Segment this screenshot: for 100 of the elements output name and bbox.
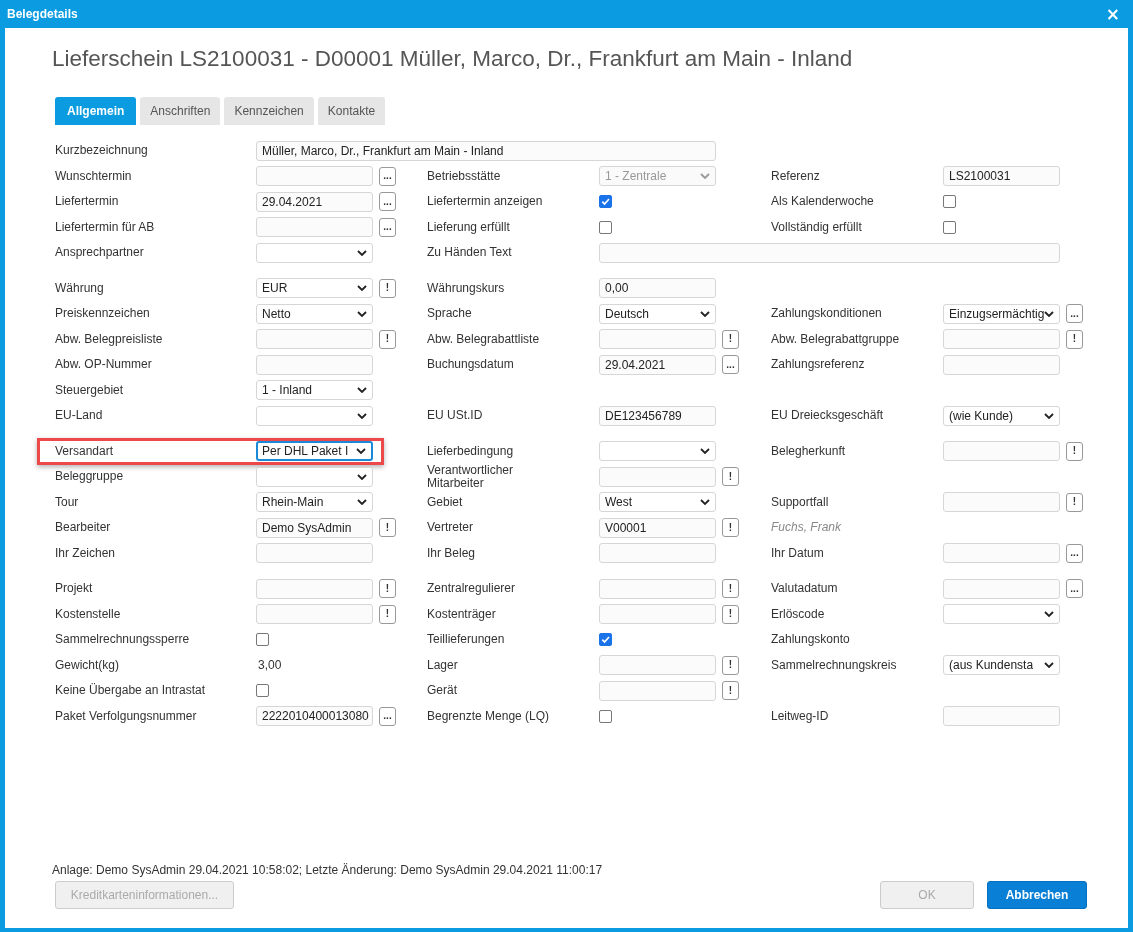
tab[interactable]: Anschriften (140, 97, 221, 125)
dialog-button[interactable]: Abbrechen (987, 881, 1087, 909)
tab[interactable]: Kontakte (317, 97, 386, 125)
field-label: Beleggruppe (55, 470, 125, 484)
dropdown[interactable]: Einzugsermächtig (943, 303, 1060, 324)
input-field[interactable]: Demo SysAdmin (256, 517, 373, 538)
checkbox[interactable] (256, 684, 269, 698)
dropdown[interactable] (256, 405, 373, 426)
dropdown[interactable]: (aus Kundensta (943, 655, 1060, 676)
input-field[interactable]: 2222010400013080 (256, 706, 373, 727)
field-label: Tour (55, 495, 80, 509)
input-field[interactable] (599, 329, 716, 350)
info-button[interactable]: ! (722, 579, 739, 599)
field-label: Währung (55, 281, 105, 295)
field-label: Kurzbezeichnung (55, 144, 149, 158)
dropdown[interactable]: 1 - Inland (256, 380, 373, 401)
input-field[interactable] (599, 242, 1060, 263)
info-button[interactable]: ! (1066, 492, 1083, 512)
info-button[interactable]: ! (722, 467, 739, 487)
info-button[interactable]: ! (379, 329, 396, 349)
input-field[interactable] (599, 578, 716, 599)
dropdown[interactable] (256, 242, 373, 263)
info-button[interactable]: ! (722, 518, 739, 538)
info-button[interactable]: ! (1066, 329, 1083, 349)
dropdown[interactable]: Per DHL Paket I (256, 441, 373, 462)
input-field[interactable] (599, 655, 716, 676)
more-button[interactable]: ... (379, 166, 396, 186)
checkbox[interactable] (256, 633, 269, 647)
checkbox[interactable] (599, 633, 612, 647)
input-field[interactable] (256, 329, 373, 350)
more-button[interactable]: ... (379, 192, 396, 212)
info-button[interactable]: ! (379, 518, 396, 538)
input-field[interactable] (943, 354, 1060, 375)
input-field[interactable] (256, 166, 373, 187)
field-label: Zahlungsreferenz (771, 358, 866, 372)
field-label: Kostenträger (427, 607, 497, 621)
input-field[interactable]: 0,00 (599, 278, 716, 299)
page-heading: Lieferschein LS2100031 - D00001 Müller, Marco, Dr., Frankfurt am Main - Inland (52, 46, 854, 73)
dropdown[interactable]: West (599, 492, 716, 513)
checkbox[interactable] (599, 195, 612, 209)
input-field[interactable] (599, 680, 716, 701)
more-button[interactable]: ... (1066, 304, 1083, 324)
dropdown[interactable] (943, 604, 1060, 625)
info-button[interactable]: ! (379, 278, 396, 298)
field-label: Wunschtermin (55, 169, 133, 183)
field-label: Ihr Zeichen (55, 546, 117, 560)
tab[interactable]: Kennzeichen (224, 97, 314, 125)
field-label: EU-Land (55, 409, 104, 423)
dropdown[interactable] (256, 466, 373, 487)
input-field[interactable]: V00001 (599, 517, 716, 538)
input-field[interactable] (599, 543, 716, 564)
chevron-down-icon (357, 412, 367, 419)
input-field[interactable] (943, 578, 1060, 599)
info-button[interactable]: ! (379, 604, 396, 624)
input-field[interactable] (943, 543, 1060, 564)
info-button[interactable]: ! (379, 579, 396, 599)
more-button[interactable]: ... (1066, 543, 1083, 563)
dropdown[interactable]: (wie Kunde) (943, 405, 1060, 426)
info-button[interactable]: ! (722, 329, 739, 349)
note-text: Fuchs, Frank (771, 521, 843, 535)
input-field[interactable]: 29.04.2021 (256, 191, 373, 212)
input-field[interactable]: Müller, Marco, Dr., Frankfurt am Main - Inland (256, 140, 716, 161)
input-field[interactable] (599, 604, 716, 625)
more-button[interactable]: ... (379, 217, 396, 237)
input-field[interactable] (256, 578, 373, 599)
field-label: Kostenstelle (55, 607, 122, 621)
more-button[interactable]: ... (1066, 579, 1083, 599)
dropdown[interactable]: Netto (256, 303, 373, 324)
input-field[interactable] (943, 329, 1060, 350)
input-field[interactable]: DE123456789 (599, 405, 716, 426)
info-button[interactable]: ! (722, 681, 739, 701)
dropdown[interactable]: Deutsch (599, 303, 716, 324)
input-field[interactable] (256, 604, 373, 625)
info-button[interactable]: ! (722, 655, 739, 675)
input-field[interactable] (599, 466, 716, 487)
field-label: Keine Übergabe an Intrastat (55, 684, 207, 698)
field-label: Lieferbedingung (427, 444, 515, 458)
input-field[interactable] (256, 354, 373, 375)
dropdown[interactable] (599, 441, 716, 462)
dropdown[interactable]: EUR (256, 278, 373, 299)
checkbox[interactable] (599, 220, 612, 234)
dropdown[interactable]: Rhein-Main (256, 492, 373, 513)
input-field[interactable]: LS2100031 (943, 166, 1060, 187)
input-field[interactable]: 29.04.2021 (599, 354, 716, 375)
more-button[interactable]: ... (722, 355, 739, 375)
field-label: Betriebsstätte (427, 169, 502, 183)
chevron-down-icon (357, 387, 367, 394)
info-button[interactable]: ! (1066, 441, 1083, 461)
checkbox[interactable] (599, 709, 612, 723)
input-field[interactable] (256, 543, 373, 564)
input-field[interactable] (943, 441, 1060, 462)
more-button[interactable]: ... (379, 706, 396, 726)
info-button[interactable]: ! (722, 604, 739, 624)
field-label: Gerät (427, 684, 458, 698)
input-field[interactable] (943, 706, 1060, 727)
input-field[interactable] (256, 217, 373, 238)
checkbox[interactable] (943, 195, 956, 209)
chevron-down-icon (357, 473, 367, 480)
checkbox[interactable] (943, 220, 956, 234)
input-field[interactable] (943, 492, 1060, 513)
